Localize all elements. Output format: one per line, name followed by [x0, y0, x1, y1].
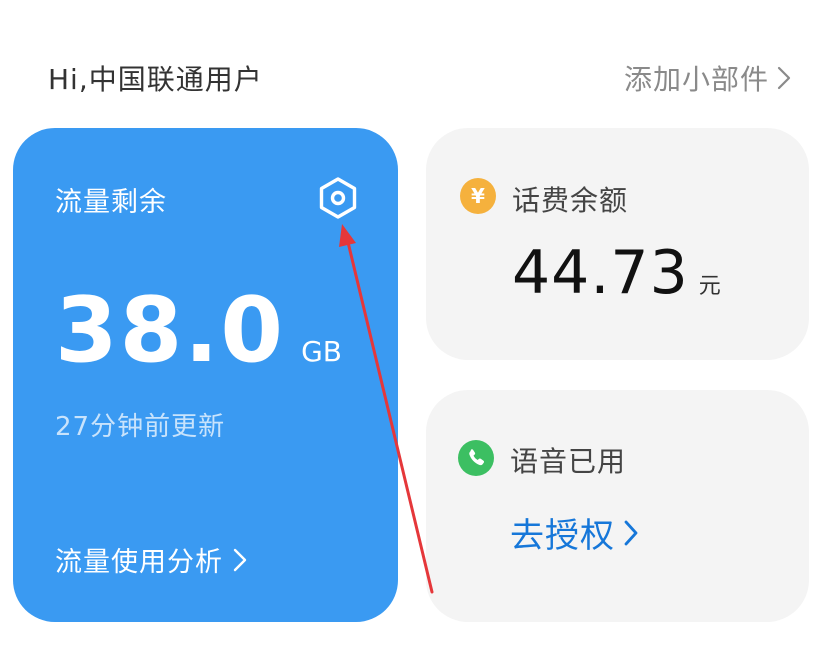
authorize-link-label: 去授权	[510, 516, 615, 556]
add-widget-label: 添加小部件	[623, 63, 769, 96]
greeting-text: Hi,中国联通用户	[48, 63, 263, 96]
voice-usage-label: 语音已用	[510, 445, 627, 478]
settings-hexagon-icon	[319, 177, 357, 219]
bill-balance-label: 话费余额	[512, 184, 629, 217]
data-card-title: 流量剩余	[55, 187, 167, 218]
phone-icon	[458, 440, 494, 476]
data-remaining-unit: GB	[301, 335, 342, 368]
data-remaining-amount: 38.0 GB	[55, 278, 342, 383]
add-widget-link[interactable]: 添加小部件	[624, 58, 791, 98]
data-usage-analysis-link[interactable]: 流量使用分析	[55, 540, 247, 579]
chevron-right-icon	[233, 548, 247, 571]
widget-page: Hi,中国联通用户 添加小部件 流量剩余 38.0 GB 27分钟前更新 流量使…	[0, 0, 831, 654]
yen-symbol: ¥	[471, 184, 485, 208]
chevron-right-icon	[624, 520, 638, 545]
bill-balance-amount: 44.73 元	[512, 238, 721, 308]
chevron-right-icon	[777, 66, 791, 90]
data-remaining-value: 38.0	[55, 278, 286, 383]
authorize-link[interactable]: 去授权	[510, 508, 639, 557]
data-remaining-card[interactable]: 流量剩余 38.0 GB 27分钟前更新 流量使用分析	[13, 128, 398, 622]
bill-balance-value: 44.73	[512, 238, 689, 308]
voice-usage-card: 语音已用 去授权	[426, 390, 809, 622]
settings-button[interactable]	[316, 176, 360, 220]
data-updated-time: 27分钟前更新	[55, 412, 226, 442]
yen-icon: ¥	[460, 178, 496, 214]
bill-balance-card[interactable]: ¥ 话费余额 44.73 元	[426, 128, 809, 360]
bill-balance-unit: 元	[698, 274, 721, 299]
analysis-link-label: 流量使用分析	[55, 547, 223, 578]
